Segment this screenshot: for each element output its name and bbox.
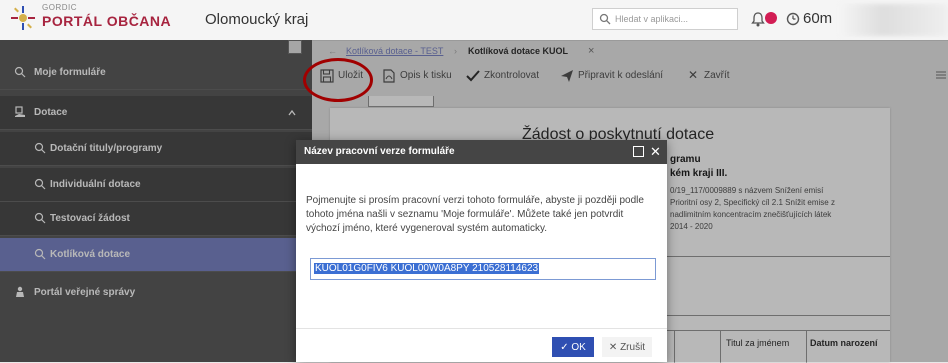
version-name-input[interactable]: KUOL01G0FIV6 KUOL00W0A8PY 210528114623 [310,258,656,280]
session-timer: 60m [803,10,833,27]
dialog-title: Název pracovní verze formuláře [304,146,455,157]
user-account-blurred[interactable] [840,4,948,36]
tenant-name: Olomoucký kraj [205,11,309,28]
gordic-logo-icon [11,6,35,30]
search-input[interactable]: Hledat v aplikaci... [615,14,688,24]
maximize-icon[interactable] [633,146,644,157]
search-box[interactable]: Hledat v aplikaci... [592,8,738,30]
name-version-dialog: Název pracovní verze formuláře ✕ Pojmenu… [296,140,667,362]
ok-button[interactable]: ✓ OK [552,337,594,357]
close-icon[interactable]: ✕ [650,144,661,160]
notification-badge [765,12,777,24]
dialog-footer: ✓ OK ✕ Zrušit [296,328,667,363]
checkmark-icon: ✓ [560,341,569,353]
cancel-button[interactable]: ✕ Zrušit [602,337,652,357]
ok-label: OK [571,341,586,353]
logo-small-text: GORDIC [42,3,77,12]
search-icon [599,13,611,25]
version-name-value[interactable]: KUOL01G0FIV6 KUOL00W0A8PY 210528114623 [314,263,540,274]
top-bar: GORDIC PORTÁL OBČANA Olomoucký kraj Hled… [0,0,948,41]
cancel-label: Zrušit [620,341,646,353]
dialog-message: Pojmenujte si prosím pracovní verzi toho… [306,195,644,234]
dialog-header: Název pracovní verze formuláře ✕ [296,140,667,164]
close-x-icon: ✕ [608,341,618,353]
bell-icon[interactable] [751,11,765,27]
clock-icon [786,12,800,26]
app-logo-text[interactable]: PORTÁL OBČANA [42,13,171,29]
